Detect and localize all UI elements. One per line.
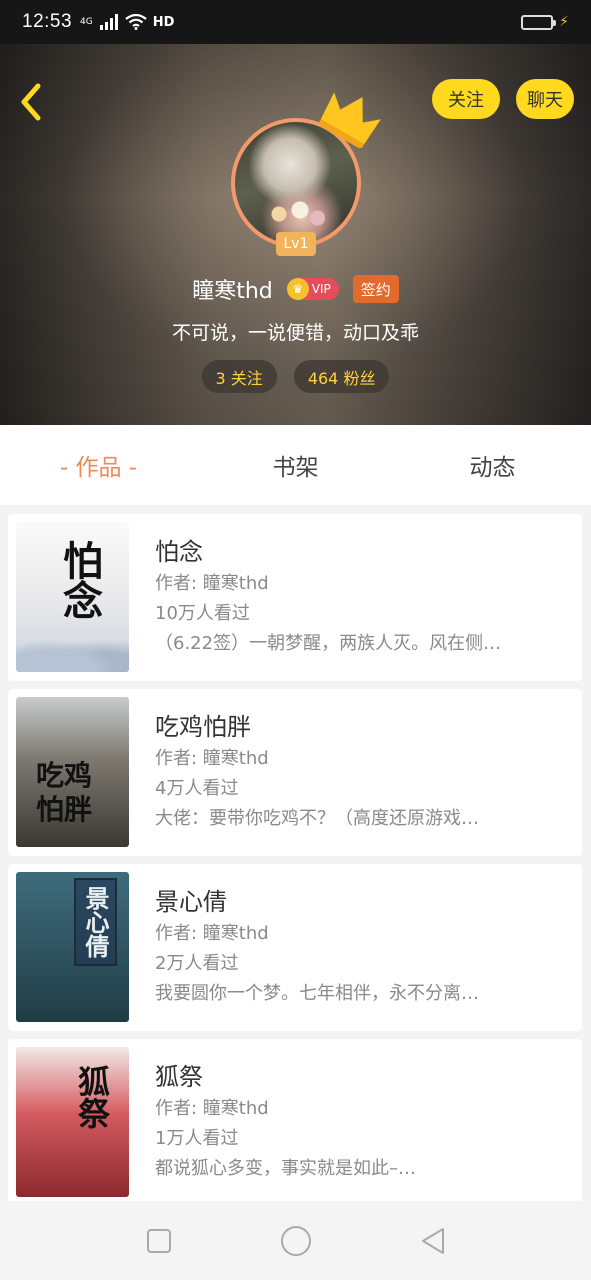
book-cover: 吃鸡怕胖 bbox=[16, 697, 129, 847]
book-description: 大佬：要带你吃鸡不？（高度还原游戏… bbox=[155, 808, 479, 829]
book-list: 怕念 怕念 作者: 瞳寒thd 10万人看过 （6.22签）一朝梦醒，两族人灭。… bbox=[8, 514, 582, 1214]
level-badge: Lv1 bbox=[276, 232, 316, 256]
book-card[interactable]: 怕念 怕念 作者: 瞳寒thd 10万人看过 （6.22签）一朝梦醒，两族人灭。… bbox=[8, 514, 582, 681]
book-info: 狐祭 作者: 瞳寒thd 1万人看过 都说狐心多变，事实就是如此–… bbox=[155, 1057, 570, 1181]
profile-header: 关注 聊天 Lv1 瞳寒thd ♛ VIP 签约 不可说，一说便错，动口及乖 3… bbox=[0, 44, 591, 425]
user-bio: 不可说，一说便错，动口及乖 bbox=[171, 322, 419, 344]
fans-count[interactable]: 464 粉丝 bbox=[293, 360, 390, 393]
book-author: 作者: 瞳寒thd bbox=[155, 573, 269, 594]
stats-row: 3 关注 464 粉丝 bbox=[0, 360, 591, 393]
book-title: 景心倩 bbox=[155, 888, 227, 916]
book-title: 狐祭 bbox=[155, 1063, 203, 1091]
tab-bar: - 作品 - 书架 动态 bbox=[0, 425, 591, 505]
vip-badge: ♛ VIP bbox=[286, 278, 339, 300]
book-views: 2万人看过 bbox=[155, 953, 239, 974]
cover-title: 景心倩 bbox=[74, 878, 117, 966]
book-views: 1万人看过 bbox=[155, 1128, 239, 1149]
book-author: 作者: 瞳寒thd bbox=[155, 748, 269, 769]
book-card[interactable]: 狐祭 狐祭 作者: 瞳寒thd 1万人看过 都说狐心多变，事实就是如此–… bbox=[8, 1039, 582, 1206]
system-nav-bar bbox=[0, 1201, 591, 1280]
follow-button[interactable]: 关注 bbox=[432, 79, 500, 119]
following-count[interactable]: 3 关注 bbox=[201, 360, 277, 393]
book-info: 吃鸡怕胖 作者: 瞳寒thd 4万人看过 大佬：要带你吃鸡不？（高度还原游戏… bbox=[155, 707, 570, 831]
recent-apps-button[interactable] bbox=[139, 1221, 179, 1261]
chat-button[interactable]: 聊天 bbox=[516, 79, 574, 119]
book-views: 4万人看过 bbox=[155, 778, 239, 799]
username: 瞳寒thd bbox=[192, 279, 273, 304]
tab-works[interactable]: - 作品 - bbox=[0, 448, 197, 482]
book-cover: 景心倩 bbox=[16, 872, 129, 1022]
back-button[interactable] bbox=[16, 82, 46, 122]
status-icons: 4G HD bbox=[80, 14, 174, 30]
back-nav-button[interactable] bbox=[413, 1221, 453, 1261]
cover-title: 怕念 bbox=[56, 540, 103, 620]
book-description: （6.22签）一朝梦醒，两族人灭。风在侧… bbox=[155, 633, 502, 654]
wifi-icon bbox=[125, 14, 147, 30]
book-author: 作者: 瞳寒thd bbox=[155, 923, 269, 944]
book-card[interactable]: 景心倩 景心倩 作者: 瞳寒thd 2万人看过 我要圆你一个梦。七年相伴，永不分… bbox=[8, 864, 582, 1031]
battery-icon bbox=[521, 14, 557, 30]
circle-icon bbox=[280, 1225, 311, 1256]
signal-icon bbox=[99, 14, 118, 30]
name-row: 瞳寒thd ♛ VIP 签约 bbox=[0, 272, 591, 306]
charging-icon: ⚡ bbox=[559, 14, 569, 30]
book-title: 吃鸡怕胖 bbox=[155, 713, 251, 741]
book-info: 怕念 作者: 瞳寒thd 10万人看过 （6.22签）一朝梦醒，两族人灭。风在侧… bbox=[155, 532, 570, 656]
hd-label: HD bbox=[152, 14, 175, 30]
book-description: 我要圆你一个梦。七年相伴，永不分离… bbox=[155, 983, 479, 1004]
status-bar: 12:53 4G HD ⚡ bbox=[0, 0, 591, 44]
home-button[interactable] bbox=[276, 1221, 316, 1261]
tab-activity[interactable]: 动态 bbox=[394, 448, 591, 482]
cover-title: 狐祭 bbox=[73, 1065, 111, 1129]
book-views: 10万人看过 bbox=[155, 603, 250, 624]
book-author: 作者: 瞳寒thd bbox=[155, 1098, 269, 1119]
book-info: 景心倩 作者: 瞳寒thd 2万人看过 我要圆你一个梦。七年相伴，永不分离… bbox=[155, 882, 570, 1006]
vip-label: VIP bbox=[311, 282, 331, 296]
square-icon bbox=[146, 1228, 171, 1253]
network-label: 4G bbox=[80, 17, 93, 27]
status-time: 12:53 bbox=[22, 11, 73, 32]
book-cover: 狐祭 bbox=[16, 1047, 129, 1197]
cover-title: 吃鸡怕胖 bbox=[36, 759, 93, 826]
book-description: 都说狐心多变，事实就是如此–… bbox=[155, 1158, 416, 1179]
chevron-left-icon bbox=[21, 83, 41, 121]
book-card[interactable]: 吃鸡怕胖 吃鸡怕胖 作者: 瞳寒thd 4万人看过 大佬：要带你吃鸡不？（高度还… bbox=[8, 689, 582, 856]
tab-bookshelf[interactable]: 书架 bbox=[197, 448, 394, 482]
triangle-back-icon bbox=[421, 1227, 444, 1254]
signed-badge: 签约 bbox=[352, 275, 399, 303]
book-cover: 怕念 bbox=[16, 522, 129, 672]
crown-small-icon: ♛ bbox=[286, 278, 309, 300]
crown-icon bbox=[318, 92, 381, 148]
book-title: 怕念 bbox=[155, 538, 203, 566]
